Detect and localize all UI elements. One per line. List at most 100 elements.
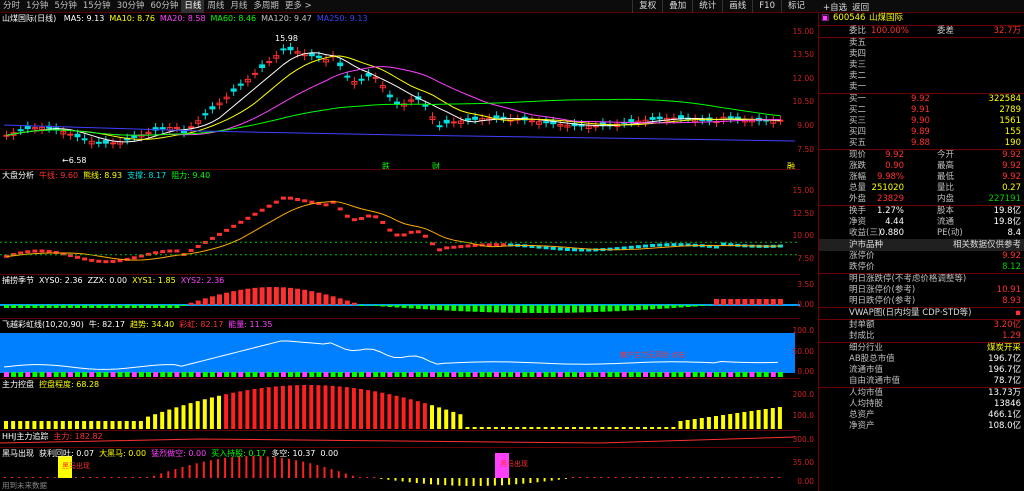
dark-horse-bar (323, 467, 326, 478)
histogram-bar (408, 305, 414, 309)
legend-item: XYS1: 1.85 (132, 276, 176, 285)
main-kline-pane[interactable]: 山煤国际(日线) MA5: 9.13 MA10: 8.76 MA20: 8.58 MA… (0, 13, 800, 170)
control-bar (181, 405, 186, 429)
candle-body (436, 125, 443, 128)
energy-bar (245, 372, 251, 377)
dark-horse-bar (75, 477, 77, 478)
histogram-bar (628, 305, 634, 311)
dark-horse-bar (777, 477, 780, 478)
control-bar (508, 427, 513, 429)
tool-button-2[interactable]: 统计 (692, 0, 722, 13)
histogram-bar (131, 305, 137, 308)
dark-horse-bar (763, 477, 766, 478)
candle-body (131, 135, 138, 138)
tab-period-3[interactable]: 15分钟 (80, 0, 114, 13)
dark-horse-bar (39, 477, 42, 478)
weibi-row: 委比 100.00% 委差 32.7万 (849, 26, 1021, 36)
period-tabs: 分时 1分钟 5分钟 15分钟 30分钟 60分钟 日线 周线 月线 多周期 更多 > (0, 0, 315, 13)
control-bar (195, 401, 200, 429)
market-analysis-pane[interactable]: 大盘分析 牛线: 9.60 熊线: 8.93 支撑: 8.17 阻力: 9.40 (0, 170, 800, 275)
histogram-bar (323, 294, 329, 305)
y-tick-label: 15.00 (792, 26, 814, 36)
histogram-bar (763, 299, 769, 305)
tab-period-5[interactable]: 60分钟 (148, 0, 182, 13)
energy-bar (117, 372, 123, 377)
dark-horse-bar (437, 478, 440, 485)
rainbow-line-pane[interactable]: 飞越彩虹线(10,20,90) 牛: 82.17 趋势: 34.40 彩虹: 82.1… (0, 319, 800, 379)
hhj-tracking-pane[interactable]: HHJ主力追踪 主力: 182.82 (0, 431, 800, 448)
energy-bar (479, 372, 485, 377)
tab-period-2[interactable]: 5分钟 (51, 0, 79, 13)
control-bar (664, 427, 669, 429)
main-control-pane[interactable]: 主力控盘 控盘程度: 68.28 (0, 379, 800, 431)
tool-button-4[interactable]: F10 (752, 0, 781, 13)
p1-bar (131, 256, 137, 260)
control-bar (288, 385, 292, 429)
candle-body (230, 88, 237, 92)
histogram-bar (280, 287, 286, 305)
kline-chart-area[interactable]: 山煤国际(日线) MA5: 9.13 MA10: 8.76 MA20: 8.58 MA… (0, 13, 800, 491)
energy-bar (735, 372, 741, 377)
control-bar (160, 411, 165, 429)
tab-period-8[interactable]: 月线 (227, 0, 250, 13)
histogram-bar (422, 305, 428, 310)
energy-bar (557, 372, 563, 377)
y-tick-label: 100.0 (792, 411, 814, 421)
energy-bar (501, 372, 506, 377)
histogram-bar (714, 299, 719, 305)
control-bar (458, 414, 463, 429)
tool-button-5[interactable]: 标记 (780, 0, 811, 13)
energy-bar (344, 372, 350, 377)
dark-horse-bar (657, 477, 660, 478)
histogram-bar (685, 305, 691, 307)
dark-horse-bar (422, 478, 425, 484)
control-bar (32, 421, 37, 429)
energy-bar (32, 372, 38, 377)
quote-row: 自由流通市值 78.7亿 (849, 376, 1021, 386)
market-bar[interactable]: 沪市品种 相关数据仅供参考 (819, 239, 1024, 251)
energy-bar (678, 372, 684, 377)
control-bar (273, 386, 278, 429)
tab-period-1[interactable]: 1分钟 (23, 0, 51, 13)
expand-icon[interactable]: ▪ (1015, 308, 1021, 319)
tab-period-6[interactable]: 日线 (181, 0, 205, 13)
candle-body (443, 119, 450, 124)
quote-row: 现价 9.92 今开 9.92 (849, 150, 1021, 160)
vwap-row[interactable]: VWAP图(日内均量 CDP·STD等) ▪ (819, 308, 1024, 319)
control-bar (401, 397, 406, 429)
tool-button-0[interactable]: 复权 (632, 0, 662, 13)
dark-horse-bar (394, 478, 397, 481)
legend-item: 控盘程度: 68.28 (39, 380, 100, 389)
tab-period-9[interactable]: 多周期 (250, 0, 282, 13)
y-tick-label: 7.50 (797, 254, 814, 264)
tab-period-0[interactable]: 分时 (0, 0, 23, 13)
control-bar (721, 415, 726, 429)
tab-period-7[interactable]: 周线 (204, 0, 227, 13)
list-icon[interactable]: ▣ (821, 13, 829, 24)
dark-horse-bar (643, 477, 645, 478)
candle-body (259, 64, 266, 69)
control-bar (572, 427, 576, 429)
dark-horse-bar (316, 465, 319, 478)
tab-period-10[interactable]: 更多 > (282, 0, 315, 13)
dark-horse-pane[interactable]: 黑马出现 获利回吐: 0.07 大黑马: 0.00 猛烈做空: 0.00 买入持股: 0… (0, 448, 800, 491)
add-to-watchlist-button[interactable]: +自选 (823, 1, 847, 13)
control-bar (678, 421, 683, 429)
period-toolbar: 分时 1分钟 5分钟 15分钟 30分钟 60分钟 日线 周线 月线 多周期 更多 > 复权 叠加 统计… (0, 0, 1024, 13)
dark-horse-bar (735, 477, 738, 478)
histogram-bar (742, 299, 748, 305)
fishing-season-pane[interactable]: 捕捞季节 XYS0: 2.36 ZZX: 0.00 XYS1: 1.85 XYS2: 2… (0, 275, 800, 319)
p3-header: 飞越彩虹线(10,20,90) 牛: 82.17 趋势: 34.40 彩虹: 82.1… (2, 320, 282, 329)
dark-horse-bar (493, 478, 496, 486)
tool-button-3[interactable]: 画线 (722, 0, 752, 13)
tab-period-4[interactable]: 30分钟 (114, 0, 148, 13)
p1-bar (451, 245, 457, 249)
histogram-bar (699, 305, 705, 307)
dark-horse-bar (160, 473, 163, 478)
tool-button-1[interactable]: 叠加 (662, 0, 692, 13)
histogram-bar (146, 305, 151, 308)
control-bar (408, 399, 413, 429)
quote-row: 涨停价 9.92 (849, 251, 1021, 261)
histogram-bar (373, 305, 379, 307)
back-button[interactable]: 返回 (852, 1, 869, 13)
